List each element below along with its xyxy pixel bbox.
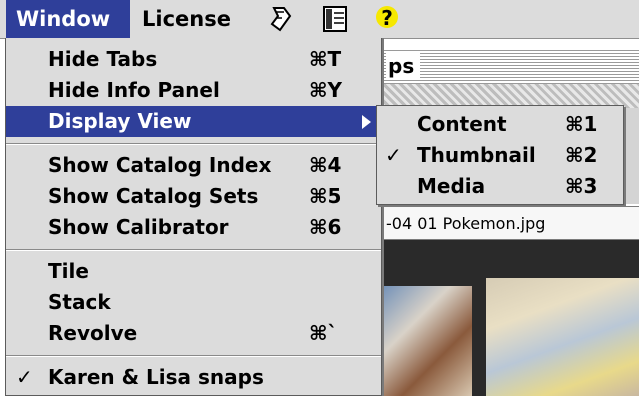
submenu-item-media[interactable]: Media ⌘3: [377, 171, 623, 202]
menu-item-shortcut: ⌘Y: [309, 78, 343, 102]
menu-separator: [6, 355, 381, 357]
menu-item-label: Hide Tabs: [48, 47, 158, 71]
script-icon[interactable]: [266, 4, 296, 34]
menu-item-hide-tabs[interactable]: Hide Tabs ⌘T: [6, 44, 381, 75]
thumbnail-image[interactable]: [380, 286, 472, 396]
checkmark-icon: ✓: [16, 365, 33, 389]
help-icon[interactable]: ?: [372, 4, 402, 34]
menu-item-tile[interactable]: Tile: [6, 256, 381, 287]
submenu-arrow-icon: [362, 115, 371, 129]
menu-item-show-catalog-index[interactable]: Show Catalog Index ⌘4: [6, 150, 381, 181]
background-window: ps -04 01 Pokemon.jpg: [380, 38, 639, 396]
submenu-item-label: Content: [417, 112, 507, 136]
submenu-item-shortcut: ⌘1: [565, 112, 598, 136]
menu-bar: Window License ?: [0, 0, 639, 39]
menu-item-label: Show Catalog Index: [48, 153, 272, 177]
menu-item-label: Display View: [48, 109, 192, 133]
menu-item-revolve[interactable]: Revolve ⌘`: [6, 318, 381, 349]
window-title-bar[interactable]: ps: [380, 48, 639, 84]
menu-item-shortcut: ⌘T: [309, 47, 342, 71]
window-menu: Hide Tabs ⌘T Hide Info Panel ⌘Y Display …: [5, 38, 382, 396]
svg-text:?: ?: [381, 6, 393, 30]
menu-item-karen-lisa-snaps[interactable]: ✓ Karen & Lisa snaps: [6, 362, 381, 393]
menu-item-shortcut: ⌘`: [309, 321, 338, 345]
image-filename: -04 01 Pokemon.jpg: [380, 206, 639, 240]
menu-item-shortcut: ⌘6: [309, 215, 342, 239]
submenu-item-shortcut: ⌘2: [565, 143, 598, 167]
submenu-item-shortcut: ⌘3: [565, 174, 598, 198]
display-view-submenu: Content ⌘1 ✓ Thumbnail ⌘2 Media ⌘3: [376, 105, 624, 205]
menu-item-label: Revolve: [48, 321, 138, 345]
menu-item-stack[interactable]: Stack: [6, 287, 381, 318]
submenu-item-label: Media: [417, 174, 486, 198]
submenu-item-thumbnail[interactable]: ✓ Thumbnail ⌘2: [377, 140, 623, 171]
menu-item-hide-info-panel[interactable]: Hide Info Panel ⌘Y: [6, 75, 381, 106]
checkmark-icon: ✓: [385, 143, 402, 167]
menu-item-shortcut: ⌘5: [309, 184, 342, 208]
menu-license[interactable]: License: [142, 0, 231, 38]
menu-item-shortcut: ⌘4: [309, 153, 342, 177]
window-title: ps: [386, 52, 421, 80]
menu-window[interactable]: Window: [6, 0, 130, 38]
menu-item-label: Karen & Lisa snaps: [48, 365, 264, 389]
menu-item-label: Show Calibrator: [48, 215, 229, 239]
menu-item-show-catalog-sets[interactable]: Show Catalog Sets ⌘5: [6, 181, 381, 212]
menu-separator: [6, 143, 381, 145]
menu-item-label: Stack: [48, 290, 111, 314]
menu-item-show-calibrator[interactable]: Show Calibrator ⌘6: [6, 212, 381, 243]
window-list-icon[interactable]: [320, 4, 350, 34]
submenu-item-label: Thumbnail: [417, 143, 536, 167]
menu-item-label: Tile: [48, 259, 89, 283]
thumbnail-image[interactable]: [486, 278, 639, 396]
menu-item-label: Hide Info Panel: [48, 78, 220, 102]
menu-item-display-view[interactable]: Display View: [6, 106, 381, 137]
submenu-item-content[interactable]: Content ⌘1: [377, 109, 623, 140]
menu-separator: [6, 249, 381, 251]
menu-item-label: Show Catalog Sets: [48, 184, 259, 208]
